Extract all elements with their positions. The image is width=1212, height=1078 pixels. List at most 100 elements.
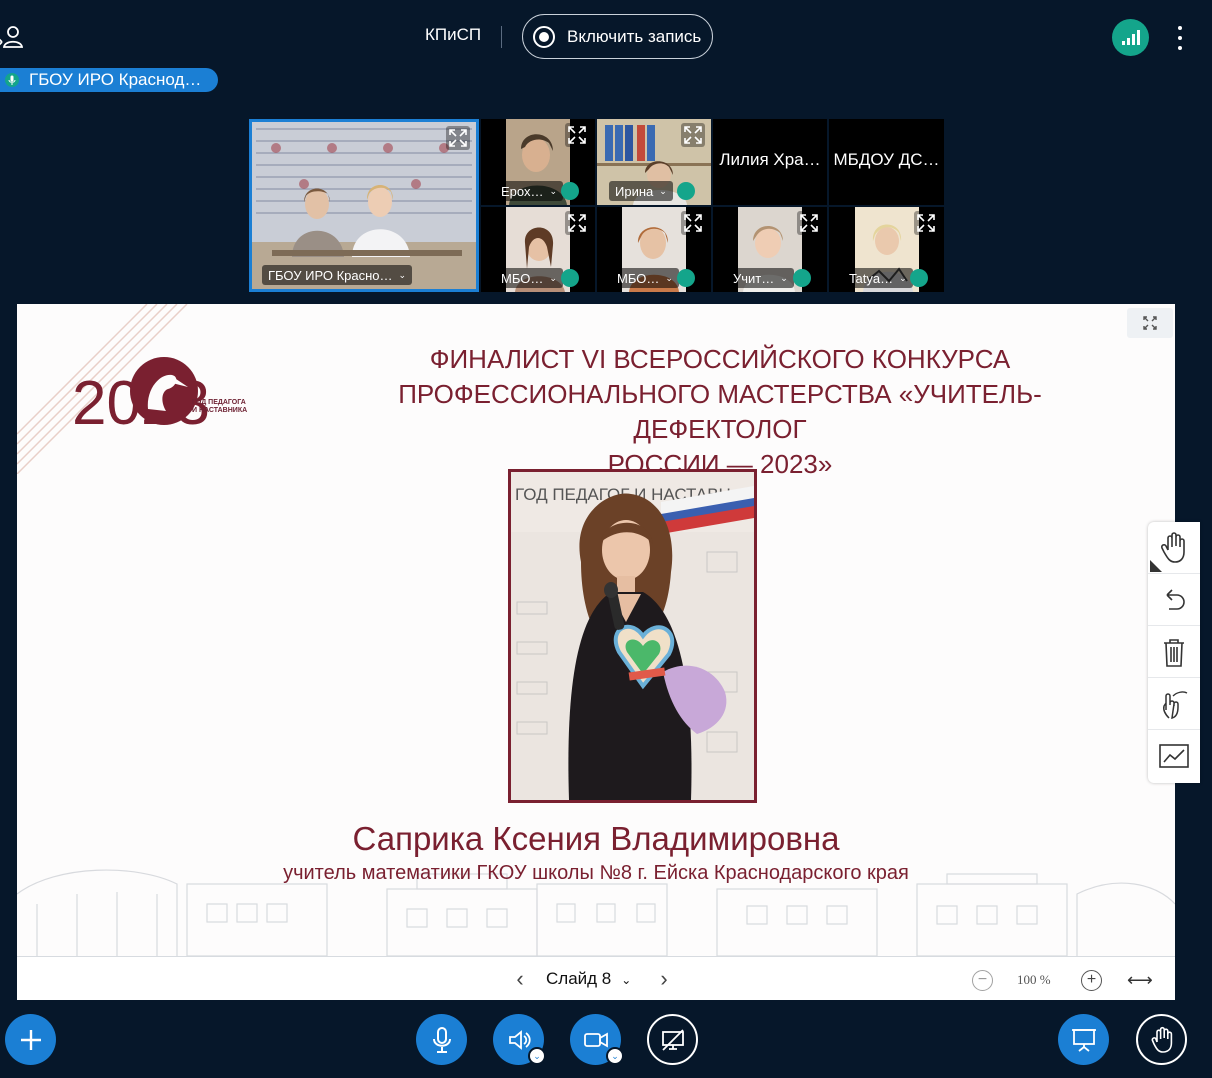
users-icon: [0, 26, 24, 48]
next-slide-button[interactable]: ›: [654, 968, 674, 990]
participant-name[interactable]: МБО… ⌄: [495, 268, 563, 288]
participant-name[interactable]: МБО… ⌄: [611, 268, 679, 288]
slide-selector-label: Слайд 8: [546, 969, 612, 988]
chevron-down-icon: ⌄: [398, 269, 407, 280]
headphones-icon: [561, 269, 579, 287]
slide-title: ФИНАЛИСТ VI ВСЕРОССИЙСКОГО КОНКУРСА ПРОФ…: [337, 342, 1103, 482]
fullscreen-icon[interactable]: [681, 211, 705, 235]
video-tile[interactable]: Лилия Хра…: [713, 119, 827, 205]
headphones-icon: [561, 182, 579, 200]
zoom-in-button[interactable]: +: [1081, 970, 1102, 991]
fullscreen-icon[interactable]: [565, 211, 589, 235]
chevron-down-icon: ⌄: [665, 272, 673, 283]
participant-name[interactable]: ГБОУ ИРО Красно… ⌄: [262, 265, 413, 285]
actions-button[interactable]: [5, 1014, 56, 1065]
presentation-area[interactable]: 2023 ГОД ПЕДАГОГА И НАСТАВНИКА ФИНАЛИСТ …: [17, 304, 1175, 1000]
headphones-icon: [910, 269, 928, 287]
fullscreen-icon[interactable]: [565, 123, 589, 147]
title-divider: [501, 26, 502, 48]
logo-caption: ГОД ПЕДАГОГА И НАСТАВНИКА: [192, 399, 248, 414]
fullscreen-icon[interactable]: [914, 211, 938, 235]
presentation-fullscreen-button[interactable]: [1127, 308, 1173, 338]
participant-name-text: ГБОУ ИРО Красно…: [268, 267, 393, 283]
participant-name: Лилия Хра…: [719, 150, 821, 169]
presentation-icon: [1071, 1028, 1096, 1052]
headphones-icon: [793, 269, 811, 287]
slide-title-line: ПРОФЕССИОНАЛЬНОГО МАСТЕРСТВА «УЧИТЕЛЬ-ДЕ…: [398, 379, 1042, 444]
fullscreen-icon: [1143, 316, 1157, 330]
signal-bar-icon: [1131, 34, 1135, 45]
headphones-icon: [677, 269, 695, 287]
slide-selector[interactable]: Слайд 8 ⌄: [546, 969, 631, 989]
video-tile[interactable]: Ирина ⌄: [597, 119, 711, 205]
hand-icon: [1160, 531, 1185, 563]
microphone-icon: [432, 1026, 451, 1053]
screen-share-button[interactable]: [647, 1014, 698, 1065]
talking-indicator[interactable]: ГБОУ ИРО Краснод…: [0, 68, 218, 92]
chevron-down-icon[interactable]: ⌄: [606, 1047, 624, 1065]
participant-name[interactable]: Ирина ⌄: [609, 181, 673, 201]
record-label: Включить запись: [567, 26, 702, 46]
video-tile[interactable]: Tatya… ⌄: [829, 207, 944, 292]
video-tile[interactable]: МБО… ⌄: [481, 207, 595, 292]
presentation-slide: 2023 ГОД ПЕДАГОГА И НАСТАВНИКА ФИНАЛИСТ …: [17, 304, 1175, 956]
slide-title-line: ФИНАЛИСТ VI ВСЕРОССИЙСКОГО КОНКУРСА: [429, 344, 1011, 374]
signal-bar-icon: [1126, 38, 1130, 45]
toolbar-collapse-icon[interactable]: [1150, 560, 1162, 572]
participant-name-text: Tatya…: [849, 270, 894, 286]
portrait-photo: ГОД ПЕДАГОГ И НАСТАВН: [508, 469, 757, 803]
video-tile[interactable]: ГБОУ ИРО Красно… ⌄: [249, 119, 479, 292]
multi-user-whiteboard-button[interactable]: [1148, 678, 1200, 730]
video-tile[interactable]: МБО… ⌄: [597, 207, 711, 292]
dot: [1178, 46, 1182, 50]
signal-bar-icon: [1121, 41, 1125, 45]
chevron-down-icon: ⌄: [621, 973, 632, 987]
connection-status-button[interactable]: [1112, 19, 1149, 56]
participant-name-text: МБО…: [501, 270, 544, 286]
headphones-icon: [677, 182, 695, 200]
speaker-icon: [508, 1029, 531, 1050]
hand-icon: [1151, 1026, 1172, 1053]
video-tile[interactable]: Учит… ⌄: [713, 207, 827, 292]
dot: [1178, 26, 1182, 30]
users-toggle-button[interactable]: [0, 22, 26, 50]
participant-name-text: Ирина: [615, 183, 654, 199]
fullscreen-icon[interactable]: [797, 211, 821, 235]
undo-button[interactable]: [1148, 574, 1200, 626]
chevron-down-icon: ⌄: [899, 272, 907, 283]
previous-slide-button[interactable]: ‹: [510, 968, 530, 990]
microphone-button[interactable]: [416, 1014, 467, 1065]
participant-name: МБДОУ ДС…: [833, 150, 940, 169]
zoom-out-button[interactable]: −: [972, 970, 993, 991]
chevron-down-icon: ⌄: [549, 272, 557, 283]
zoom-level: 100 %: [1017, 972, 1051, 987]
video-tile[interactable]: МБДОУ ДС…: [829, 119, 944, 205]
fit-to-width-button[interactable]: ⟷: [1127, 970, 1153, 991]
participant-name-text: МБО…: [617, 270, 660, 286]
portrait-image: ГОД ПЕДАГОГ И НАСТАВН: [511, 472, 754, 800]
pointer-hand-icon: [1163, 690, 1188, 719]
person-role: учитель математики ГКОУ школы №8 г. Ейск…: [283, 862, 909, 884]
chevron-down-icon[interactable]: ⌄: [528, 1047, 546, 1065]
record-button[interactable]: Включить запись: [522, 14, 713, 59]
participant-name-text: Учит…: [733, 270, 775, 286]
participant-name[interactable]: Ерох… ⌄: [495, 181, 564, 201]
presentation-navigation: ‹ Слайд 8 ⌄ › − 100 % + ⟷: [17, 956, 1175, 1000]
dot: [1178, 36, 1182, 40]
participant-name[interactable]: Учит… ⌄: [727, 268, 794, 288]
video-tile[interactable]: Ерох… ⌄: [481, 119, 595, 205]
signal-bar-icon: [1136, 30, 1140, 45]
talking-user-name: ГБОУ ИРО Краснод…: [29, 70, 202, 89]
video-camera-icon: [583, 1031, 608, 1048]
more-options-button[interactable]: [1170, 24, 1190, 52]
video-stream: [252, 122, 476, 289]
fullscreen-icon[interactable]: [681, 123, 705, 147]
presentation-toggle-button[interactable]: [1058, 1014, 1109, 1065]
fullscreen-icon[interactable]: [446, 126, 470, 150]
raise-hand-button[interactable]: [1136, 1014, 1187, 1065]
undo-icon: [1166, 588, 1185, 610]
participant-name[interactable]: Tatya… ⌄: [843, 268, 913, 288]
participant-name-text: Ерох…: [501, 183, 544, 199]
pencil-tool-button[interactable]: [1148, 730, 1200, 782]
clear-annotations-button[interactable]: [1148, 626, 1200, 678]
